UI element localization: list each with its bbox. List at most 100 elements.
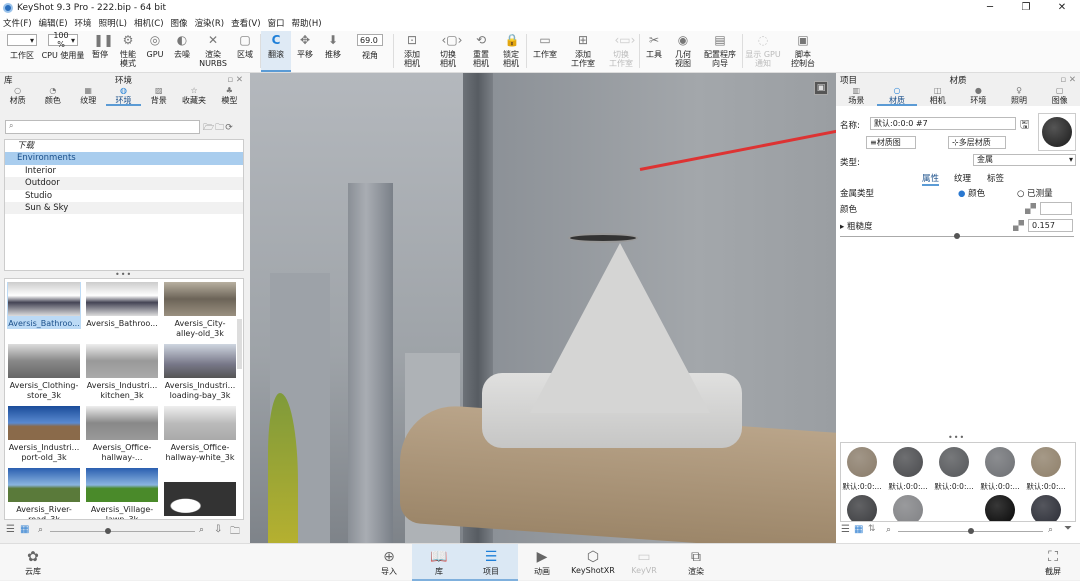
- material-thumbnail[interactable]: [847, 495, 877, 521]
- toolbar-pan-button[interactable]: ✥ 平移: [291, 31, 319, 72]
- menu-image[interactable]: 图像: [171, 17, 188, 29]
- toolbar-reset-camera-button[interactable]: ⟲ 重置 相机: [466, 31, 496, 72]
- toolbar-region-button[interactable]: ▢ 区域: [230, 31, 260, 72]
- toolbar-switch-studio-button[interactable]: ‹▭› 切换 工作室: [603, 31, 639, 72]
- toolbar-nurbs-button[interactable]: ✕ 渲染 NURBS: [196, 31, 230, 72]
- refresh-icon[interactable]: ⟳: [225, 123, 234, 133]
- splitter-handle[interactable]: •••: [948, 433, 965, 442]
- environment-thumbnail[interactable]: Aversis_Industri... port-old_3k: [7, 406, 81, 462]
- subtab-labels[interactable]: 标签: [987, 172, 1004, 184]
- project-button[interactable]: ☰ 项目: [464, 544, 518, 581]
- roughness-slider[interactable]: [840, 233, 1074, 239]
- material-thumbnail[interactable]: [985, 495, 1015, 521]
- environment-thumbnail[interactable]: Aversis_River-road_3k: [7, 468, 81, 519]
- menu-render[interactable]: 渲染(R): [195, 17, 225, 29]
- environment-thumbnail[interactable]: Aversis_Bathroo...: [85, 282, 159, 329]
- grid-view-icon[interactable]: ▦: [20, 524, 29, 535]
- toolbar-tools-button[interactable]: ✂ 工具: [640, 31, 668, 72]
- close-button[interactable]: ✕: [1044, 0, 1080, 15]
- material-thumbnail[interactable]: [939, 495, 969, 521]
- environment-thumbnail[interactable]: Aversis_Industri... loading-bay_3k: [163, 344, 237, 400]
- environment-thumbnail[interactable]: Aversis_Village-lawn_3k: [85, 468, 159, 519]
- tree-item-sun-sky[interactable]: Sun & Sky: [5, 201, 243, 215]
- toolbar-geometry-view-button[interactable]: ◉ 几何 视图: [668, 31, 698, 72]
- toolbar-denoise-button[interactable]: ◐ 去噪: [168, 31, 196, 72]
- environment-thumbnail[interactable]: Aversis_City-alley-old_3k: [163, 282, 237, 338]
- thumbnail-size-slider[interactable]: [898, 528, 1043, 534]
- roughness-label[interactable]: ▸ 粗糙度: [840, 220, 872, 232]
- toolbar-cpu-button[interactable]: 100 % ▾ CPU 使用量: [40, 31, 86, 72]
- menu-environment[interactable]: 环境: [75, 17, 92, 29]
- slider-knob[interactable]: [105, 528, 111, 534]
- material-type-select[interactable]: 金属 ▾: [973, 154, 1076, 166]
- material-thumbnail[interactable]: [893, 495, 923, 521]
- tab-right-4[interactable]: ♀ 照明: [999, 86, 1040, 106]
- environment-thumbnail[interactable]: Aversis_Clothing-store_3k: [7, 344, 81, 400]
- toolbar-lock-camera-button[interactable]: 🔒 锁定 相机: [496, 31, 526, 72]
- animation-button[interactable]: ▶ 动画: [515, 544, 569, 581]
- menu-camera[interactable]: 相机(C): [134, 17, 164, 29]
- tree-item-environments[interactable]: Environments: [5, 152, 243, 165]
- sort-icon[interactable]: ⇅: [868, 524, 876, 534]
- menu-file[interactable]: 文件(F): [3, 17, 32, 29]
- tab-left-2[interactable]: ▦ 纹理: [71, 86, 106, 106]
- toolbar-gpu-notice-button[interactable]: ◌ 显示 GPU 通知: [743, 31, 783, 72]
- tree-item-download[interactable]: 下载: [5, 140, 243, 152]
- toolbar-fov-button[interactable]: 69.0 视角: [347, 31, 393, 72]
- library-button[interactable]: 📖 库: [412, 544, 466, 581]
- environment-thumbnail[interactable]: Basic 4K: [163, 468, 237, 519]
- tab-right-2[interactable]: ◫ 相机: [917, 86, 958, 106]
- panel-close-icon[interactable]: ▫ ✕: [1060, 75, 1076, 85]
- tab-right-0[interactable]: ▥ 场景: [836, 86, 877, 106]
- render-button[interactable]: ⧉ 渲染: [669, 544, 723, 581]
- tab-right-3[interactable]: ● 环境: [958, 86, 999, 106]
- panel-close-icon[interactable]: ▫ ✕: [227, 75, 243, 85]
- toolbar-workspace-button[interactable]: ▾ 工作区: [4, 31, 40, 72]
- menu-lighting[interactable]: 照明(L): [99, 17, 127, 29]
- subtab-properties[interactable]: 属性: [922, 172, 940, 186]
- material-thumbnail[interactable]: [847, 447, 877, 477]
- import-button[interactable]: ⊕ 导入: [362, 544, 416, 581]
- toolbar-tumble-button[interactable]: C 翻滚: [261, 31, 291, 72]
- list-view-icon[interactable]: ☰: [841, 524, 850, 535]
- material-thumbnail[interactable]: [985, 447, 1015, 477]
- material-thumbnail[interactable]: [1031, 495, 1061, 521]
- menu-help[interactable]: 帮助(H): [292, 17, 322, 29]
- material-thumbnail[interactable]: [893, 447, 923, 477]
- workspace-select[interactable]: ▾: [7, 34, 37, 46]
- menu-window[interactable]: 窗口: [268, 17, 285, 29]
- toolbar-performance-button[interactable]: ⚙ 性能 模式: [114, 31, 142, 72]
- keyvr-button[interactable]: ▭ KeyVR: [617, 544, 671, 581]
- folder-add-icon[interactable]: 🗀: [215, 123, 225, 133]
- toolbar-pause-button[interactable]: ❚❚ 暂停: [86, 31, 114, 72]
- material-graph-button[interactable]: ≡材质图: [866, 136, 916, 149]
- roughness-input[interactable]: 0.157: [1028, 219, 1073, 232]
- maximize-button[interactable]: ❐: [1008, 0, 1044, 15]
- thumbnail-size-slider[interactable]: [50, 528, 195, 534]
- multi-material-button[interactable]: ⊹多层材质: [948, 136, 1006, 149]
- environment-thumbnail[interactable]: Aversis_Bathroo...: [7, 282, 81, 329]
- filter-icon[interactable]: ⏷: [1064, 523, 1072, 534]
- slider-knob[interactable]: [954, 233, 960, 239]
- material-name-input[interactable]: 默认:0:0:0 #7: [870, 117, 1016, 130]
- fov-input[interactable]: 69.0: [357, 34, 383, 46]
- color-swatch[interactable]: [1040, 202, 1072, 215]
- texture-map-icon[interactable]: [1025, 203, 1036, 214]
- folder-icon[interactable]: 🗁: [203, 123, 215, 133]
- grid-view-icon[interactable]: ▦: [854, 524, 863, 535]
- toolbar-configurator-button[interactable]: ▤ 配置程序 向导: [698, 31, 742, 72]
- tab-left-4[interactable]: ▨ 背景: [141, 86, 176, 106]
- material-thumbnail[interactable]: [939, 447, 969, 477]
- menu-view[interactable]: 查看(V): [231, 17, 260, 29]
- radio-color[interactable]: ● 颜色: [958, 187, 985, 199]
- environment-thumbnail[interactable]: Aversis_Office-hallway-...: [85, 406, 159, 462]
- save-icon[interactable]: 🖫: [1020, 116, 1029, 135]
- texture-map-icon[interactable]: [1013, 220, 1024, 231]
- scrollbar[interactable]: [237, 319, 242, 369]
- cloud-library-button[interactable]: ✿ 云库: [6, 544, 60, 581]
- environment-thumbnail[interactable]: Aversis_Industri... kitchen_3k: [85, 344, 159, 400]
- toolbar-dolly-button[interactable]: ⬇ 推移: [319, 31, 347, 72]
- folder-icon[interactable]: 🗀: [230, 524, 240, 541]
- tree-item-outdoor[interactable]: Outdoor: [5, 177, 243, 190]
- toolbar-add-camera-button[interactable]: ⊡ 添加 相机: [394, 31, 430, 72]
